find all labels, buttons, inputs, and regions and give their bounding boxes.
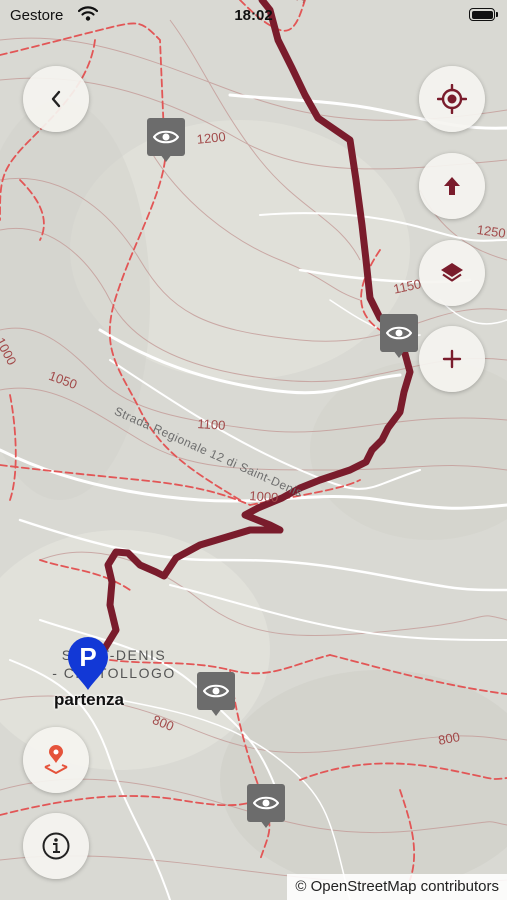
viewpoint-marker[interactable] xyxy=(380,314,418,358)
parking-start-marker[interactable]: P xyxy=(66,636,110,692)
eye-icon xyxy=(147,118,185,156)
viewpoint-marker[interactable] xyxy=(247,784,285,828)
eye-icon xyxy=(197,672,235,710)
crosshair-icon xyxy=(437,84,467,114)
info-icon xyxy=(41,831,71,861)
battery-icon xyxy=(469,8,498,21)
locate-button[interactable] xyxy=(419,66,485,132)
route-start-button[interactable] xyxy=(23,727,89,793)
layers-button[interactable] xyxy=(419,240,485,306)
layers-icon xyxy=(439,260,465,286)
info-button[interactable] xyxy=(23,813,89,879)
contour-label: 1200 xyxy=(196,128,227,147)
zoom-in-button[interactable] xyxy=(419,326,485,392)
clock: 18:02 xyxy=(234,7,273,24)
plus-icon xyxy=(441,348,463,370)
map-attribution[interactable]: © OpenStreetMap contributors xyxy=(287,874,507,900)
arrow-up-icon xyxy=(442,175,462,197)
back-button[interactable] xyxy=(23,66,89,132)
start-label: partenza xyxy=(54,690,124,709)
contour-label: 1000 xyxy=(248,488,279,505)
eye-icon xyxy=(380,314,418,352)
eye-icon xyxy=(247,784,285,822)
status-bar: Gestore 18:02 xyxy=(0,0,507,32)
viewpoint-marker[interactable] xyxy=(147,118,185,162)
chevron-left-icon xyxy=(49,90,63,108)
contour-label: 1100 xyxy=(196,416,226,433)
compass-button[interactable] xyxy=(419,153,485,219)
parking-letter: P xyxy=(79,642,97,672)
pin-route-icon xyxy=(42,745,70,775)
viewpoint-marker[interactable] xyxy=(197,672,235,716)
